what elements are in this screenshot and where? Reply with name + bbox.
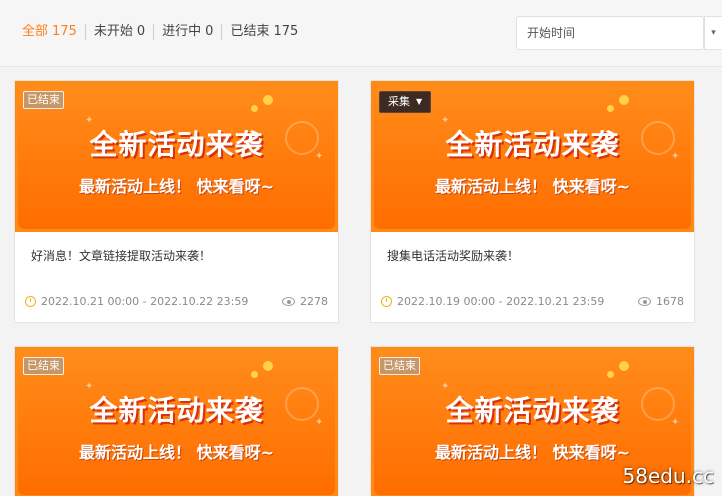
activity-meta: 2022.10.19 00:00 - 2022.10.21 23:59 1678 (381, 295, 684, 308)
filter-label: 进行中 (162, 24, 202, 39)
chevron-down-icon[interactable]: ▾ (704, 16, 722, 50)
eye-icon (638, 297, 651, 306)
caret-down-icon: ▼ (416, 97, 423, 106)
activity-banner: ✦ ✦ 已结束 全新活动来袭 最新活动上线！ 快来看呀~ (15, 347, 338, 496)
category-label: 采集 (388, 95, 410, 108)
filter-count: 0 (136, 24, 146, 39)
activity-card[interactable]: ✦ ✦ 采集 ▼ 全新活动来袭 最新活动上线！ 快来看呀~ 搜集电话活动奖励来袭！… (370, 80, 695, 323)
view-count: 1678 (656, 295, 684, 308)
banner-subtitle: 最新活动上线！ 快来看呀~ (79, 177, 274, 196)
decor-dot (263, 361, 273, 371)
decor-dot (607, 371, 614, 378)
category-dropdown[interactable]: 采集 ▼ (379, 91, 432, 113)
filter-count: 175 (273, 24, 299, 39)
view-count: 2278 (300, 295, 328, 308)
activity-banner: ✦ ✦ 采集 ▼ 全新活动来袭 最新活动上线！ 快来看呀~ (371, 81, 694, 232)
banner-title: 全新活动来袭 (445, 128, 620, 161)
filter-count: 0 (205, 24, 214, 39)
banner-subtitle: 最新活动上线！ 快来看呀~ (435, 177, 630, 196)
decor-dot (251, 371, 258, 378)
status-badge: 已结束 (23, 357, 64, 375)
sort-select-value: 开始时间 (527, 26, 576, 40)
status-badge: 已结束 (379, 357, 420, 375)
banner-title: 全新活动来袭 (89, 394, 264, 427)
date-range: 2022.10.19 00:00 - 2022.10.21 23:59 (397, 295, 605, 308)
status-filters: 全部 175 未开始 0 进行中 0 已结束 175 (22, 22, 306, 42)
eye-icon (282, 297, 295, 306)
clock-icon (25, 296, 36, 307)
sort-select[interactable]: 开始时间 (516, 16, 704, 50)
filter-label: 未开始 (93, 24, 133, 39)
decor-dot (251, 105, 258, 112)
filter-not-started[interactable]: 未开始 0 (86, 22, 153, 42)
decor-dot (263, 95, 273, 105)
clock-icon (381, 296, 392, 307)
activity-title[interactable]: 好消息！文章链接提取活动来袭！ (31, 247, 211, 264)
banner-title: 全新活动来袭 (89, 128, 264, 161)
activity-meta: 2022.10.21 00:00 - 2022.10.22 23:59 2278 (25, 295, 328, 308)
banner-subtitle: 最新活动上线！ 快来看呀~ (435, 443, 630, 462)
banner-title: 全新活动来袭 (445, 394, 620, 427)
activity-title[interactable]: 搜集电话活动奖励来袭！ (387, 247, 519, 264)
activity-card[interactable]: ✦ ✦ 已结束 全新活动来袭 最新活动上线！ 快来看呀~ 好消息！文章链接提取活… (14, 80, 339, 323)
banner-subtitle: 最新活动上线！ 快来看呀~ (79, 443, 274, 462)
filter-count: 175 (52, 24, 77, 39)
filter-bar: 全部 175 未开始 0 进行中 0 已结束 175 开始时间 ▾ (0, 0, 722, 67)
decor-dot (607, 105, 614, 112)
date-range: 2022.10.21 00:00 - 2022.10.22 23:59 (41, 295, 249, 308)
filter-all[interactable]: 全部 175 (22, 22, 85, 42)
decor-dot (619, 361, 629, 371)
filter-in-progress[interactable]: 进行中 0 (154, 22, 221, 42)
filter-label: 全部 (22, 24, 49, 39)
filter-label: 已结束 (230, 24, 270, 39)
filter-ended[interactable]: 已结束 175 (222, 22, 306, 42)
activity-list-page: 全部 175 未开始 0 进行中 0 已结束 175 开始时间 ▾ ✦ ✦ 已结… (0, 0, 722, 496)
activity-card[interactable]: ✦ ✦ 已结束 全新活动来袭 最新活动上线！ 快来看呀~ (14, 346, 339, 496)
activity-banner: ✦ ✦ 已结束 全新活动来袭 最新活动上线！ 快来看呀~ (15, 81, 338, 232)
decor-dot (619, 95, 629, 105)
watermark: 58edu.cc (622, 464, 714, 488)
status-badge: 已结束 (23, 91, 64, 109)
